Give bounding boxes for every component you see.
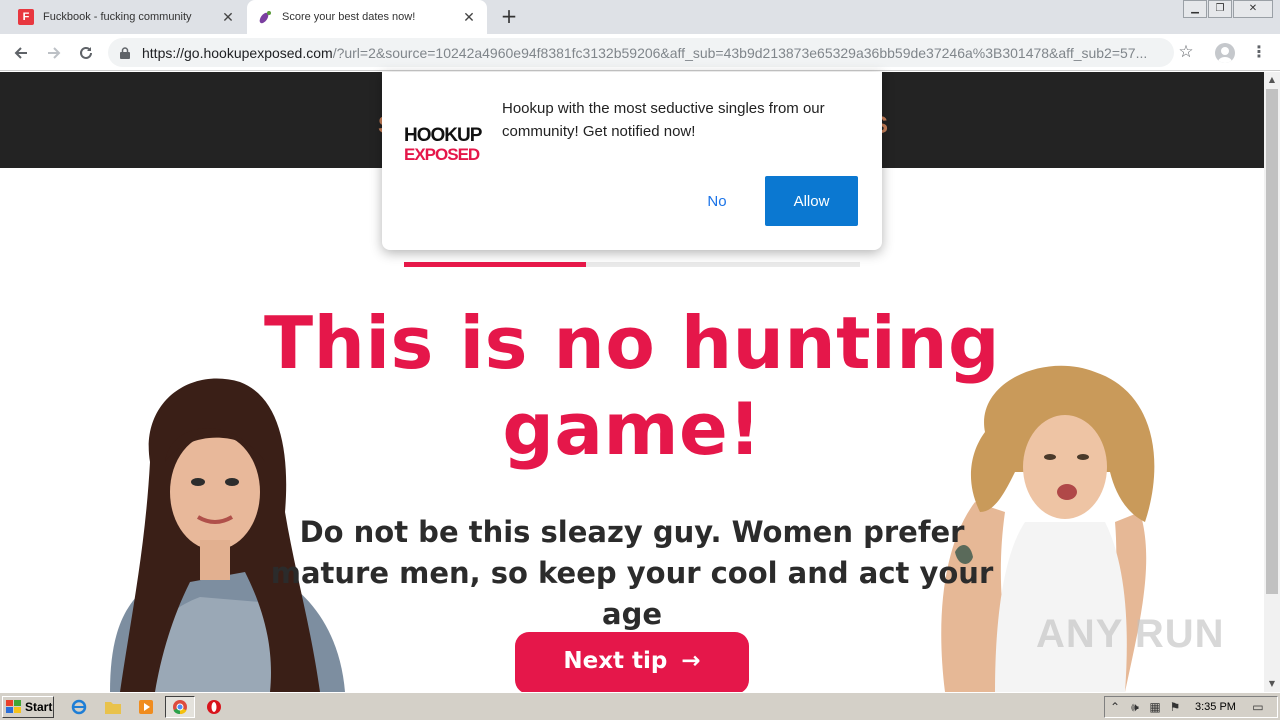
show-desktop-icon[interactable]: ▭	[1248, 700, 1268, 714]
kebab-menu-icon[interactable]: ⋮	[1249, 42, 1269, 62]
tray-expand-icon[interactable]: ⌃	[1105, 700, 1125, 714]
tab-strip: F Fuckbook - fucking community ✕ Score y…	[0, 0, 1280, 34]
progress-fill	[404, 262, 587, 267]
tab-favicon: F	[18, 9, 34, 25]
scroll-up-icon[interactable]: ▲	[1264, 72, 1280, 88]
folder-icon[interactable]	[104, 698, 122, 716]
windows-taskbar: Start ⌃ 🕪 ▦ ⚑ 3:35 PM ▭	[0, 692, 1280, 720]
media-player-icon[interactable]	[137, 698, 155, 716]
minimize-icon[interactable]: ▁	[1183, 0, 1207, 18]
page-subtext: Do not be this sleazy guy. Women prefer …	[270, 515, 994, 631]
opera-icon[interactable]	[205, 698, 223, 716]
allow-button[interactable]: Allow	[765, 176, 858, 226]
lock-icon	[120, 46, 134, 59]
url-host: https://go.hookupexposed.com	[142, 44, 333, 61]
restore-icon[interactable]: ❐	[1208, 0, 1232, 18]
profile-avatar-icon[interactable]	[1215, 43, 1235, 63]
close-tab-icon[interactable]: ✕	[461, 9, 477, 25]
arrow-right-icon: →	[681, 648, 701, 674]
popup-message: Hookup with the most seductive singles f…	[502, 100, 825, 140]
browser-toolbar: https://go.hookupexposed.com/?url=2&sour…	[0, 34, 1280, 71]
eggplant-icon	[257, 9, 273, 25]
chrome-icon[interactable]	[165, 696, 195, 718]
tab-title: Fuckbook - fucking community	[43, 11, 192, 23]
system-tray: ⌃ 🕪 ▦ ⚑ 3:35 PM ▭	[1104, 696, 1278, 718]
forward-icon[interactable]	[42, 41, 66, 65]
network-icon[interactable]: ▦	[1145, 700, 1165, 714]
url-path: /?url=2&source=10242a4960e94f8381fc3132b…	[332, 44, 1148, 61]
start-button[interactable]: Start	[2, 696, 54, 718]
hookup-exposed-logo: HOOKUP EXPOSED	[404, 126, 490, 164]
windows-logo-icon	[6, 700, 21, 713]
quiz-progress-bar	[404, 262, 860, 267]
internet-explorer-icon[interactable]	[70, 698, 88, 716]
page-headline: This is no hunting game!	[263, 301, 1001, 471]
tab-title: Score your best dates now!	[282, 11, 416, 23]
tab-fuckbook[interactable]: F Fuckbook - fucking community ✕	[8, 0, 246, 34]
address-bar[interactable]: https://go.hookupexposed.com/?url=2&sour…	[108, 38, 1174, 67]
window-close-icon[interactable]: ✕	[1233, 0, 1273, 18]
close-tab-icon[interactable]: ✕	[220, 9, 236, 25]
notification-permission-popup: HOOKUP EXPOSED Hookup with the most sedu…	[382, 72, 882, 250]
scroll-down-icon[interactable]: ▼	[1264, 676, 1280, 692]
next-tip-button[interactable]: Next tip →	[515, 632, 749, 692]
volume-icon[interactable]: 🕪	[1125, 700, 1145, 715]
logo-line-2: EXPOSED	[404, 145, 480, 164]
new-tab-button[interactable]: +	[498, 6, 520, 28]
page-scrollbar[interactable]: ▲ ▼	[1264, 72, 1280, 692]
start-label: Start	[25, 700, 53, 714]
logo-line-1: HOOKUP	[404, 125, 482, 146]
flag-icon[interactable]: ⚑	[1165, 700, 1185, 714]
anyrun-watermark: ANY RUN	[1036, 612, 1225, 656]
back-icon[interactable]	[9, 41, 33, 65]
next-tip-label: Next tip	[563, 648, 668, 674]
no-button[interactable]: No	[687, 176, 747, 226]
scroll-thumb[interactable]	[1266, 89, 1278, 594]
bookmark-star-icon[interactable]: ☆	[1176, 42, 1196, 62]
clock: 3:35 PM	[1195, 701, 1236, 713]
tab-score-dates[interactable]: Score your best dates now! ✕	[247, 0, 487, 34]
reload-icon[interactable]	[74, 41, 98, 65]
